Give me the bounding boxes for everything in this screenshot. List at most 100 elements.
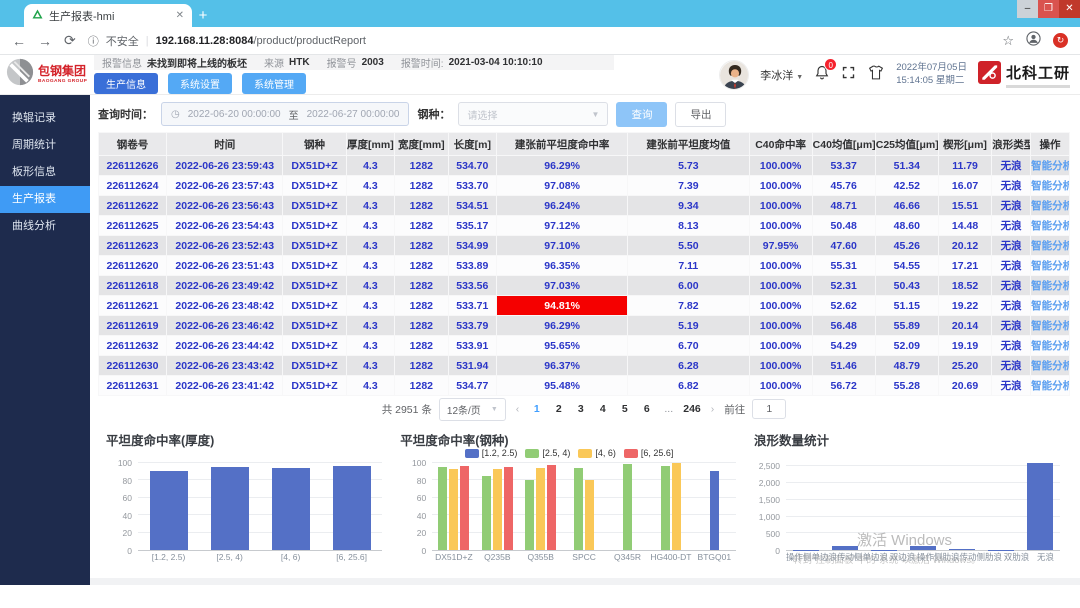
date-range-input[interactable]: ◷ 2022-06-20 00:00:00 至 2022-06-27 00:00…	[161, 102, 409, 126]
browser-tab[interactable]: 生产报表-hmi ✕	[24, 4, 192, 27]
legend-item[interactable]: [1.2, 2.5)	[465, 448, 518, 458]
table-cell: 96.35%	[497, 256, 628, 276]
page-size-select[interactable]: 12条/页▼	[439, 398, 506, 421]
date-text: 2022年07月05日	[896, 62, 967, 75]
bar[interactable]	[672, 463, 681, 550]
sidebar-item[interactable]: 板形信息	[0, 159, 90, 186]
browser-update-icon[interactable]: ↻	[1053, 33, 1068, 48]
table-cell: 2022-06-26 23:54:43	[166, 216, 283, 236]
smart-analysis-link[interactable]: 智能分析	[1031, 260, 1069, 272]
sidebar-item[interactable]: 生产报表	[0, 186, 90, 213]
shirt-icon[interactable]	[867, 64, 885, 86]
bar[interactable]	[482, 476, 491, 550]
bar[interactable]	[449, 469, 458, 550]
y-tick-label: 0	[127, 546, 132, 556]
new-tab-button[interactable]: +	[192, 5, 214, 27]
export-button[interactable]: 导出	[675, 102, 726, 127]
legend-item[interactable]: [4, 6)	[578, 448, 616, 458]
notification-bell[interactable]: 0	[814, 64, 830, 86]
legend-label: [1.2, 2.5)	[482, 448, 518, 458]
bar[interactable]	[661, 466, 670, 550]
page-number[interactable]: 6	[639, 403, 654, 415]
bar[interactable]	[547, 465, 556, 550]
bookmark-star-icon[interactable]: ☆	[1002, 33, 1014, 49]
y-tick-label: 2,500	[759, 461, 780, 471]
smart-analysis-link[interactable]: 智能分析	[1031, 320, 1069, 332]
bar[interactable]	[504, 467, 513, 550]
bar[interactable]	[525, 480, 534, 550]
legend-item[interactable]: [2.5, 4)	[525, 448, 570, 458]
sidebar-item[interactable]: 周期统计	[0, 132, 90, 159]
bar[interactable]	[710, 471, 719, 550]
legend-label: [2.5, 4)	[542, 448, 570, 458]
window-maximize-button[interactable]: ❐	[1038, 0, 1059, 18]
url-bar[interactable]: ⓘ 不安全 | 192.168.11.28:8084/product/produ…	[88, 33, 991, 49]
table-cell: 226112630	[99, 356, 167, 376]
smart-analysis-link[interactable]: 智能分析	[1031, 200, 1069, 212]
smart-analysis-link[interactable]: 智能分析	[1031, 340, 1069, 352]
sidebar-item[interactable]: 换辊记录	[0, 105, 90, 132]
bar[interactable]	[438, 467, 447, 550]
window-close-button[interactable]: ✕	[1059, 0, 1080, 18]
page-number[interactable]: 3	[573, 403, 588, 415]
smart-analysis-link[interactable]: 智能分析	[1031, 300, 1069, 312]
fullscreen-icon[interactable]	[841, 65, 856, 85]
bar[interactable]	[574, 468, 583, 550]
y-tick-label: 0	[421, 546, 426, 556]
browser-profile-icon[interactable]	[1026, 31, 1041, 51]
page-ellipsis: ...	[661, 403, 676, 415]
sidebar-item[interactable]: 曲线分析	[0, 213, 90, 240]
bar[interactable]	[910, 546, 936, 550]
bar[interactable]	[460, 466, 469, 550]
window-minimize-button[interactable]: –	[1017, 0, 1038, 18]
back-icon[interactable]: ←	[12, 33, 26, 49]
column-header: C40命中率	[749, 133, 812, 156]
smart-analysis-link[interactable]: 智能分析	[1031, 160, 1069, 172]
prev-page-button[interactable]: ‹	[513, 403, 523, 415]
bar[interactable]	[211, 467, 249, 550]
bar[interactable]	[793, 550, 819, 551]
smart-analysis-link[interactable]: 智能分析	[1031, 180, 1069, 192]
smart-analysis-link[interactable]: 智能分析	[1031, 240, 1069, 252]
bar[interactable]	[493, 469, 502, 550]
bar[interactable]	[333, 466, 371, 550]
page-number[interactable]: 4	[595, 403, 610, 415]
next-page-button[interactable]: ›	[708, 403, 718, 415]
smart-analysis-link[interactable]: 智能分析	[1031, 380, 1069, 392]
chart-legend	[746, 446, 1070, 460]
bar[interactable]	[150, 471, 188, 550]
bar[interactable]	[272, 468, 310, 550]
table-cell: 4.3	[346, 176, 395, 196]
table-cell: 4.3	[346, 376, 395, 396]
legend-item[interactable]: [6, 25.6]	[624, 448, 674, 458]
nav-button[interactable]: 系统管理	[242, 73, 306, 94]
bar[interactable]	[585, 480, 594, 550]
nav-button[interactable]: 生产信息	[94, 73, 158, 94]
y-tick-label: 500	[766, 529, 780, 539]
horizontal-scrollbar[interactable]	[90, 578, 1080, 585]
smart-analysis-link[interactable]: 智能分析	[1031, 280, 1069, 292]
bar[interactable]	[1027, 463, 1053, 550]
search-button[interactable]: 查询	[616, 102, 667, 127]
bar[interactable]	[536, 468, 545, 550]
bar[interactable]	[623, 464, 632, 550]
bar[interactable]	[832, 546, 858, 550]
page-number[interactable]: 2	[551, 403, 566, 415]
user-menu[interactable]: 李冰洋 ▼	[760, 67, 803, 83]
legend-swatch-icon	[624, 449, 638, 458]
reload-icon[interactable]: ⟳	[64, 32, 76, 49]
smart-analysis-link[interactable]: 智能分析	[1031, 220, 1069, 232]
avatar[interactable]	[719, 60, 749, 90]
tab-close-icon[interactable]: ✕	[176, 10, 184, 21]
nav-button[interactable]: 系统设置	[168, 73, 232, 94]
page-number[interactable]: 1	[529, 403, 544, 415]
table-cell: 无浪	[992, 316, 1031, 336]
smart-analysis-link[interactable]: 智能分析	[1031, 360, 1069, 372]
goto-page-input[interactable]	[752, 399, 786, 419]
bar[interactable]	[949, 549, 975, 550]
forward-icon[interactable]: →	[38, 33, 52, 49]
page-number[interactable]: 246	[683, 403, 701, 415]
page-number[interactable]: 5	[617, 403, 632, 415]
table-row: 2261126232022-06-26 23:52:43DX51D+Z4.312…	[99, 236, 1070, 256]
steel-grade-select[interactable]: 请选择 ▼	[458, 102, 608, 126]
